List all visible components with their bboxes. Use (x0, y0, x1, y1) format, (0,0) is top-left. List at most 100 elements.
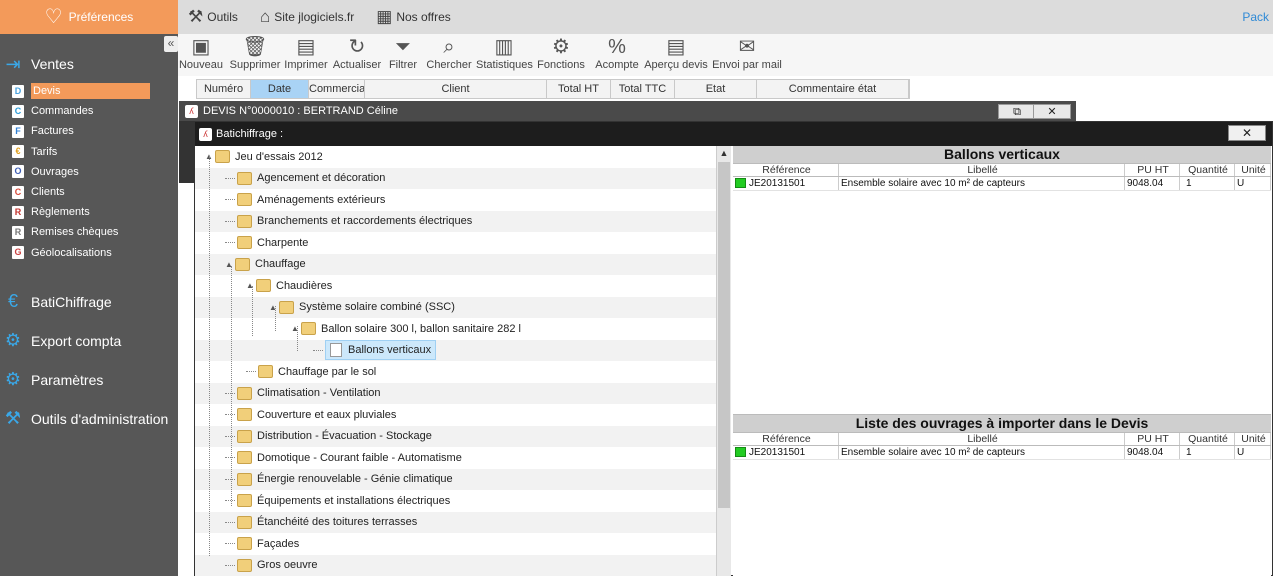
collapse-toggle-icon[interactable]: ▲ (205, 152, 215, 161)
nouveau-button[interactable]: ▣ Nouveau (178, 34, 224, 76)
panel-column-3[interactable]: Quantité (1180, 164, 1235, 176)
tree-node[interactable]: ▲ Chauffage (195, 253, 716, 275)
column-header-commercia[interactable]: Commercia (309, 80, 365, 98)
tree-node[interactable]: Équipements et installations électriques (195, 490, 716, 512)
sidebar-section-ventes[interactable]: ⇥ Ventes (0, 52, 74, 76)
sidebar-item-ouvrages[interactable]: O Ouvrages (0, 162, 178, 182)
scroll-thumb[interactable] (718, 162, 730, 508)
sidebar-section-batichiffrage[interactable]: € BatiChiffrage (0, 282, 168, 321)
table-row[interactable]: JE20131501 Ensemble solaire avec 10 m² de… (733, 177, 1271, 191)
status-square-icon (735, 447, 746, 457)
tree-node[interactable]: Charpente (195, 232, 716, 254)
offres-link[interactable]: ▦ Nos offres (376, 7, 451, 27)
tree-node[interactable]: Agencement et décoration (195, 167, 716, 189)
sidebar-item-icon: C (12, 185, 24, 199)
tree-node[interactable]: Branchements et raccordements électrique… (195, 210, 716, 232)
acompte-button[interactable]: % Acompte (594, 34, 640, 76)
filtrer-button[interactable]: ⏷ Filtrer (386, 34, 420, 76)
libelle-cell: Ensemble solaire avec 10 m² de capteurs (839, 446, 1125, 459)
collapse-toggle-icon[interactable]: ▲ (269, 303, 279, 312)
tree-node[interactable]: ▲ Ballon solaire 300 l, ballon sanitaire … (195, 318, 716, 340)
tree-node[interactable]: ▲ Chaudières (195, 275, 716, 297)
tree-node[interactable]: Énergie renouvelable - Génie climatique (195, 468, 716, 490)
tree-node[interactable]: Climatisation - Ventilation (195, 382, 716, 404)
batichiffrage-titlebar[interactable]: ʎ Batichiffrage : (195, 122, 1272, 146)
sidebar-item-factures[interactable]: F Factures (0, 121, 178, 141)
sidebar-item-remises-ch-ques[interactable]: R Remises chèques (0, 222, 178, 242)
folder-icon (237, 451, 252, 465)
preferences-button[interactable]: ♡ Préférences (0, 0, 178, 34)
fonctions-button[interactable]: ⚙ Fonctions (536, 34, 586, 76)
site-link[interactable]: ⌂ Site jlogiciels.fr (260, 7, 354, 27)
supprimer-button[interactable]: 🗑︎ Supprimer (228, 34, 282, 76)
section-label: BatiChiffrage (31, 293, 112, 310)
panel-column-1[interactable]: Libellé (839, 164, 1125, 176)
tree-node[interactable]: Distribution - Évacuation - Stockage (195, 425, 716, 447)
panel-column-4[interactable]: Unité (1235, 164, 1271, 176)
panel-column-0[interactable]: Référence (733, 433, 839, 445)
sidebar-item-icon: € (12, 145, 24, 159)
section-label: Ventes (31, 56, 74, 72)
sidebar-item-tarifs[interactable]: € Tarifs (0, 142, 178, 162)
tree-node[interactable]: ▲ Système solaire combiné (SSC) (195, 296, 716, 318)
tree-node[interactable]: ▲ Jeu d'essais 2012 (195, 146, 716, 168)
close-devis-button[interactable]: ✕ (1033, 104, 1071, 119)
tree-connector (225, 521, 235, 523)
tree-node[interactable]: Gros oeuvre (195, 554, 716, 576)
sidebar-item-r-glements[interactable]: R Règlements (0, 202, 178, 222)
sidebar-item-icon: R (12, 205, 24, 219)
pack-link[interactable]: Pack (1242, 10, 1269, 24)
aper-u-devis-button[interactable]: ▤ Aperçu devis (644, 34, 708, 76)
column-header-total-ttc[interactable]: Total TTC (611, 80, 675, 98)
column-header-date[interactable]: Date (251, 80, 309, 98)
toolbar-label: Aperçu devis (644, 59, 708, 71)
tree-node[interactable]: Ballons verticaux (195, 339, 716, 361)
selected-node[interactable]: Ballons verticaux (325, 340, 437, 361)
outils-link[interactable]: ⚒ Outils (188, 7, 238, 27)
imprimer-button[interactable]: ▤ Imprimer (284, 34, 328, 76)
panel-column-2[interactable]: PU HT (1125, 164, 1180, 176)
sidebar-item-devis[interactable]: D Devis (0, 81, 178, 101)
panel-column-0[interactable]: Référence (733, 164, 839, 176)
sidebar-item-clients[interactable]: C Clients (0, 182, 178, 202)
envoi-par-mail-button[interactable]: ✉ Envoi par mail (712, 34, 782, 76)
panel-column-3[interactable]: Quantité (1180, 433, 1235, 445)
column-header-commentaire-tat[interactable]: Commentaire état (757, 80, 909, 98)
sidebar-section-outils-d-administration[interactable]: ⚒ Outils d'administration (0, 399, 168, 438)
tree-node[interactable]: Aménagements extérieurs (195, 189, 716, 211)
tree-node[interactable]: Couverture et eaux pluviales (195, 404, 716, 426)
panel-column-1[interactable]: Libellé (839, 433, 1125, 445)
tree-node[interactable]: Domotique - Courant faible - Automatisme (195, 447, 716, 469)
collapse-toggle-icon[interactable]: ▲ (246, 281, 256, 290)
restore-window-button[interactable]: ⧉ (998, 104, 1036, 119)
collapse-toggle-icon[interactable]: ▲ (291, 324, 301, 333)
devis-window-titlebar[interactable]: ʎ DEVIS N°0000010 : BERTRAND Céline (179, 101, 1076, 121)
sidebar-item-icon: G (12, 246, 24, 260)
tree-node[interactable]: Étanchéité des toitures terrasses (195, 511, 716, 533)
collapse-sidebar-button[interactable]: « (164, 36, 178, 52)
sidebar-item-g-olocalisations[interactable]: G Géolocalisations (0, 243, 178, 263)
actualiser-button[interactable]: ↻ Actualiser (332, 34, 382, 76)
column-header-etat[interactable]: Etat (675, 80, 757, 98)
column-header-client[interactable]: Client (365, 80, 547, 98)
chercher-button[interactable]: ⌕ Chercher (426, 34, 472, 76)
tree-node[interactable]: Façades (195, 533, 716, 555)
collapse-toggle-icon[interactable]: ▲ (225, 260, 235, 269)
tree-node-label: Étanchéité des toitures terrasses (257, 516, 418, 529)
scroll-up-arrow[interactable]: ▲ (717, 146, 731, 160)
column-header-num-ro[interactable]: Numéro (197, 80, 251, 98)
close-batichiffrage-button[interactable]: ✕ (1228, 125, 1266, 141)
sidebar-item-commandes[interactable]: C Commandes (0, 101, 178, 121)
tree-connector (225, 478, 235, 480)
tree-node[interactable]: Chauffage par le sol (195, 361, 716, 383)
sidebar-section-param-tres[interactable]: ⚙ Paramètres (0, 360, 168, 399)
panel-column-4[interactable]: Unité (1235, 433, 1271, 445)
gears-icon: ⚙ (4, 330, 22, 350)
column-header-total-ht[interactable]: Total HT (547, 80, 611, 98)
tree-scrollbar[interactable]: ▲ (717, 146, 731, 576)
sidebar-section-export-compta[interactable]: ⚙ Export compta (0, 321, 168, 360)
panel-column-2[interactable]: PU HT (1125, 433, 1180, 445)
import-panel: Liste des ouvrages à importer dans le De… (733, 414, 1271, 576)
table-row[interactable]: JE20131501 Ensemble solaire avec 10 m² de… (733, 446, 1271, 460)
statistiques-button[interactable]: ▥ Statistiques (476, 34, 533, 76)
